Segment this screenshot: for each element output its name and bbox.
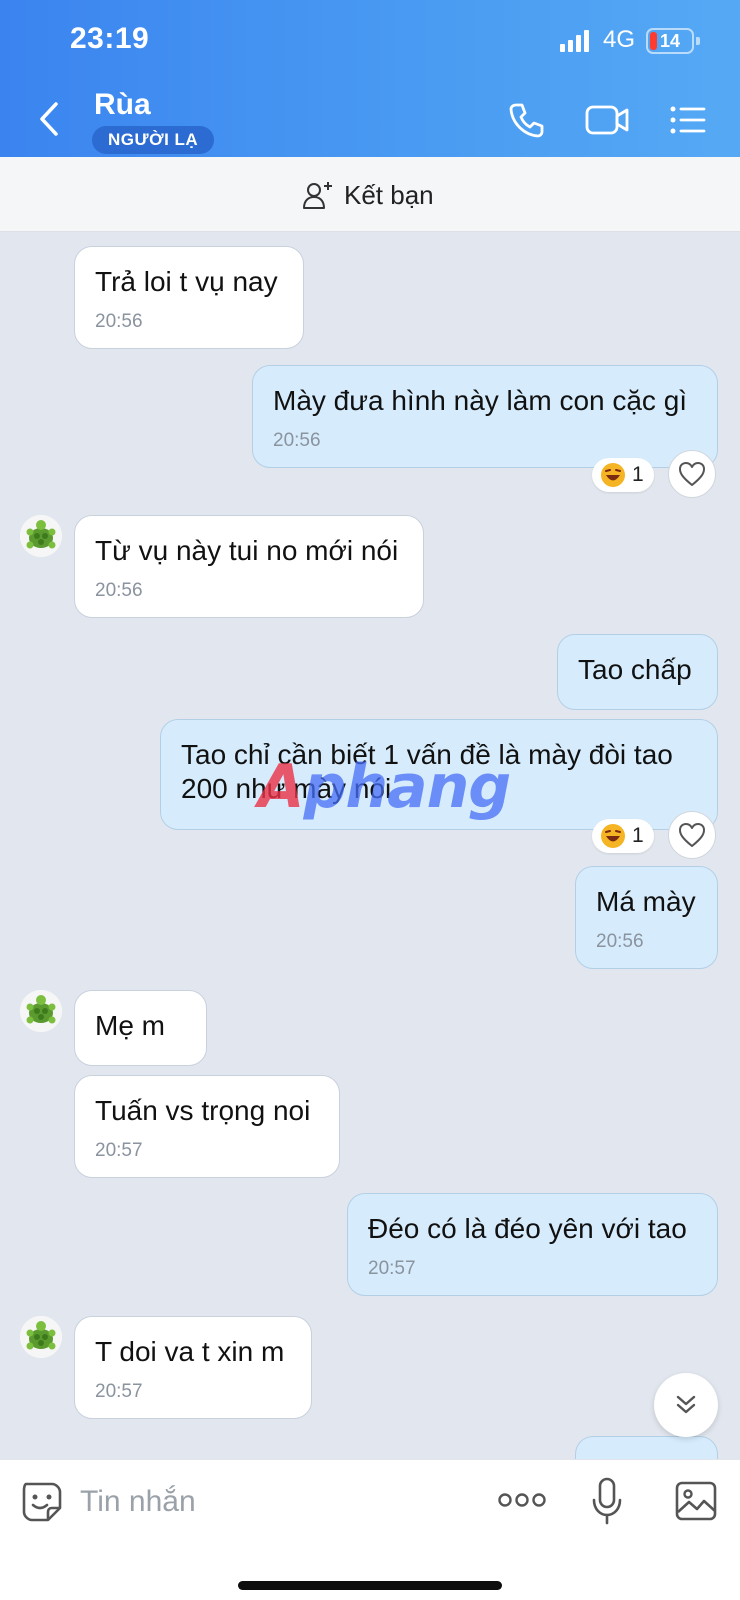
video-call-button[interactable] — [584, 100, 630, 145]
sticker-button[interactable] — [20, 1480, 64, 1524]
add-friend-button[interactable]: Kết bạn — [302, 177, 434, 213]
contact-avatar[interactable] — [20, 1316, 62, 1358]
watermark-logo: Aphang — [258, 752, 511, 822]
chevron-left-icon — [40, 102, 58, 136]
laughing-emoji-icon — [601, 463, 625, 487]
message-bubble[interactable]: Tao chấp — [557, 634, 718, 710]
message-time: 20:56 — [596, 931, 644, 952]
message-time: 20:56 — [273, 430, 321, 451]
laughing-emoji-icon — [601, 824, 625, 848]
reaction-count: 1 — [632, 824, 644, 847]
message-bubble[interactable]: T doi va t xin m 20:57 — [74, 1316, 312, 1419]
back-button[interactable] — [32, 96, 68, 142]
message-input[interactable] — [80, 1476, 460, 1528]
reaction-chip[interactable]: 1 — [592, 458, 654, 492]
list-menu-icon — [670, 106, 706, 134]
reaction-count: 1 — [632, 463, 644, 486]
phone-icon — [509, 103, 544, 138]
message-composer — [0, 1459, 740, 1600]
message-text: Từ vụ này tui no mới nói — [95, 535, 399, 566]
battery-icon: 14 — [646, 28, 694, 54]
call-button[interactable] — [506, 100, 546, 145]
contact-name[interactable]: Rùa — [94, 88, 151, 122]
menu-button[interactable] — [668, 100, 708, 145]
message-text: Đéo có là đéo yên với tao — [368, 1213, 687, 1244]
add-user-icon — [303, 182, 332, 209]
message-bubble[interactable]: Mày đưa hình này làm con cặc gì 20:56 — [252, 365, 718, 468]
heart-icon — [679, 462, 705, 486]
reaction-chip[interactable]: 1 — [592, 819, 654, 853]
message-text: Mày đưa hình này làm con cặc gì — [273, 385, 688, 416]
scroll-to-bottom-button[interactable] — [654, 1373, 718, 1437]
message-time: 20:56 — [95, 580, 143, 601]
more-button[interactable] — [498, 1488, 546, 1517]
cellular-signal-icon — [560, 30, 590, 52]
message-text: Mẹ m — [95, 1010, 165, 1041]
message-text: Tuấn vs trọng noi — [95, 1095, 311, 1126]
turtle-icon — [20, 990, 62, 1032]
status-time: 23:19 — [70, 22, 150, 55]
chat-header: 23:19 4G 14 Rùa NGƯỜI LẠ — [0, 0, 740, 157]
message-bubble[interactable]: Tuấn vs trọng noi 20:57 — [74, 1075, 340, 1178]
message-text: Tao chấp — [578, 654, 692, 685]
microphone-icon — [592, 1477, 622, 1525]
turtle-icon — [20, 1316, 62, 1358]
message-time: 20:56 — [95, 311, 143, 332]
message-time: 20:57 — [95, 1381, 143, 1402]
message-bubble[interactable]: Từ vụ này tui no mới nói 20:56 — [74, 515, 424, 618]
image-icon — [675, 1481, 717, 1521]
video-camera-icon — [585, 105, 629, 135]
react-heart-button[interactable] — [668, 450, 716, 498]
stranger-badge: NGƯỜI LẠ — [92, 126, 215, 154]
message-bubble[interactable]: Má mày 20:56 — [575, 866, 718, 969]
turtle-icon — [20, 515, 62, 557]
message-bubble[interactable]: Mẹ m — [74, 990, 207, 1066]
sticker-icon — [22, 1482, 62, 1522]
contact-avatar[interactable] — [20, 515, 62, 557]
message-text: Trả loi t vụ nay — [95, 266, 278, 297]
message-time: 20:57 — [95, 1140, 143, 1161]
message-bubble[interactable]: Đéo có là đéo yên với tao 20:57 — [347, 1193, 718, 1296]
message-time: 20:57 — [368, 1258, 416, 1279]
network-type: 4G — [603, 26, 636, 53]
message-text: Má mày — [596, 886, 696, 917]
add-friend-bar: Kết bạn — [0, 157, 740, 232]
heart-icon — [679, 823, 705, 847]
message-text: T doi va t xin m — [95, 1336, 285, 1367]
add-friend-label: Kết bạn — [344, 179, 434, 210]
home-indicator — [238, 1581, 502, 1590]
react-heart-button[interactable] — [668, 811, 716, 859]
battery-level: 14 — [659, 31, 681, 51]
chevron-double-down-icon — [676, 1395, 696, 1414]
more-dots-icon — [498, 1493, 546, 1507]
contact-avatar[interactable] — [20, 990, 62, 1032]
image-picker-button[interactable] — [674, 1480, 718, 1527]
voice-record-button[interactable] — [590, 1476, 624, 1531]
message-bubble[interactable]: Trả loi t vụ nay 20:56 — [74, 246, 304, 349]
